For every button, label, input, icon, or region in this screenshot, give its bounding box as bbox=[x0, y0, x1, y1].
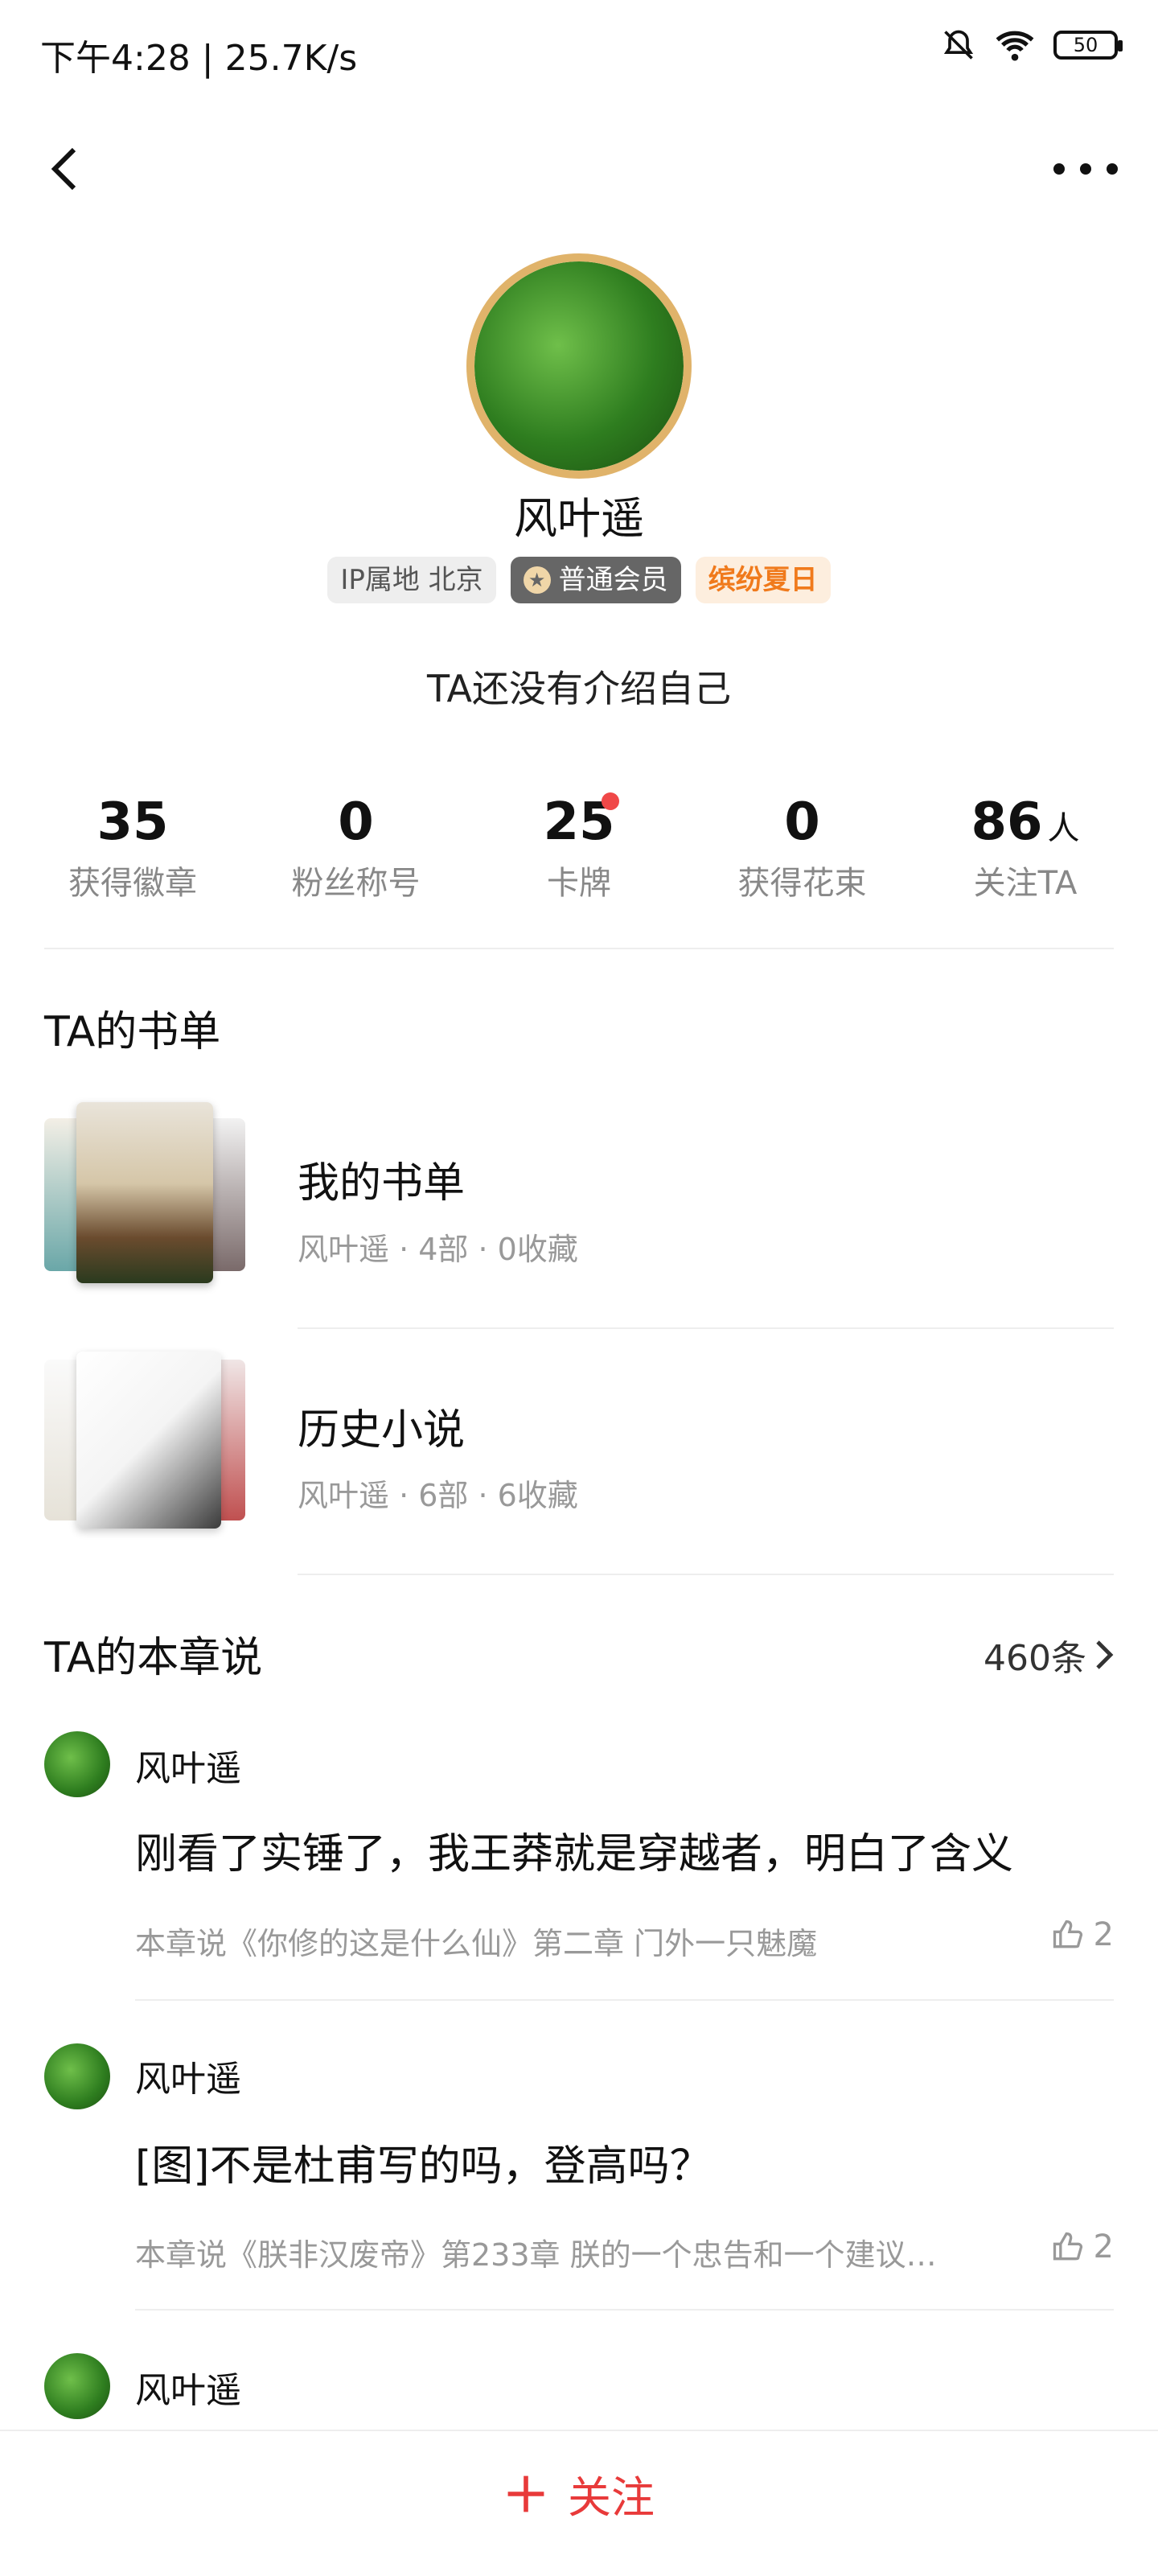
stat-value: 86 bbox=[971, 792, 1043, 852]
comment-divider bbox=[135, 1999, 1114, 2001]
follow-label: 关注 bbox=[568, 2472, 655, 2523]
stat-cards[interactable]: 25 卡牌 bbox=[491, 792, 667, 903]
status-time: 下午4:28 | 25.7K/s bbox=[40, 38, 358, 79]
thumbs-up-icon bbox=[1053, 1920, 1082, 1948]
comment-avatar[interactable] bbox=[44, 2353, 110, 2419]
comments-count-link[interactable]: 460条 bbox=[983, 1629, 1114, 1681]
comments-title: TA的本章说 bbox=[44, 1634, 263, 1682]
event-tag[interactable]: 缤纷夏日 bbox=[695, 557, 831, 603]
comment-divider bbox=[135, 2309, 1114, 2311]
like-button[interactable]: 2 bbox=[1050, 1916, 1114, 1953]
book-cover bbox=[76, 1352, 221, 1529]
comment-text[interactable]: 刚看了实锤了，我王莽就是穿越者，明白了含义 bbox=[135, 1820, 1013, 1880]
back-button[interactable] bbox=[40, 145, 88, 193]
chevron-right-icon bbox=[1096, 1640, 1114, 1669]
thumbs-up-icon bbox=[1053, 2232, 1082, 2261]
comment-avatar[interactable] bbox=[44, 1731, 110, 1797]
comment-source[interactable]: 本章说《朕非汉废帝》第233章 朕的一个忠告和一个建议… bbox=[135, 2230, 1004, 2274]
battery-icon: 50 bbox=[1053, 31, 1123, 60]
plus-icon bbox=[507, 2475, 544, 2512]
section-divider bbox=[44, 948, 1114, 949]
wifi-icon bbox=[996, 31, 1034, 61]
more-icon-dot bbox=[1053, 163, 1065, 175]
stat-label: 卡牌 bbox=[547, 865, 611, 902]
more-icon-dot bbox=[1080, 163, 1091, 175]
row-divider bbox=[298, 1574, 1114, 1575]
profile-tags: IP属地 北京 ★ 普通会员 缤纷夏日 bbox=[0, 557, 1158, 603]
membership-label: 普通会员 bbox=[558, 564, 668, 596]
stat-label: 粉丝称号 bbox=[291, 865, 421, 902]
booklist-title[interactable]: 历史小说 bbox=[298, 1396, 465, 1456]
more-button[interactable] bbox=[1053, 153, 1118, 185]
mute-icon bbox=[943, 30, 974, 60]
comment-author[interactable]: 风叶遥 bbox=[135, 2361, 241, 2413]
membership-tag[interactable]: ★ 普通会员 bbox=[510, 557, 681, 603]
follow-button[interactable]: 关注 bbox=[0, 2462, 1158, 2525]
stat-value: 35 bbox=[96, 792, 169, 852]
booklists-title: TA的书单 bbox=[44, 1008, 221, 1056]
stat-badges[interactable]: 35 获得徽章 bbox=[44, 792, 221, 903]
booklist-title[interactable]: 我的书单 bbox=[298, 1149, 465, 1209]
stat-label: 关注TA bbox=[973, 865, 1078, 902]
booklist-meta: 风叶遥 · 4部 · 0收藏 bbox=[298, 1232, 578, 1267]
like-button[interactable]: 2 bbox=[1050, 2228, 1114, 2265]
stats-row: 35 获得徽章 0 粉丝称号 25 卡牌 0 获得花束 86 人 关注TA bbox=[44, 792, 1114, 903]
book-cover bbox=[76, 1102, 213, 1283]
chevron-left-icon bbox=[51, 147, 76, 191]
status-icons: 50 bbox=[941, 27, 1123, 63]
booklist-cover-2[interactable] bbox=[44, 1352, 245, 1537]
stat-fan-titles[interactable]: 0 粉丝称号 bbox=[268, 792, 445, 903]
booklist-meta: 风叶遥 · 6部 · 6收藏 bbox=[298, 1478, 578, 1513]
ip-location-tag: IP属地 北京 bbox=[327, 557, 496, 603]
comment-avatar[interactable] bbox=[44, 2043, 110, 2109]
stat-unit: 人 bbox=[1047, 810, 1080, 847]
notification-dot bbox=[602, 792, 619, 810]
more-icon-dot bbox=[1107, 163, 1118, 175]
like-count: 2 bbox=[1093, 2228, 1114, 2265]
stat-flowers[interactable]: 0 获得花束 bbox=[714, 792, 891, 903]
star-icon: ★ bbox=[523, 566, 551, 594]
comment-text[interactable]: [图]不是杜甫写的吗，登高吗？ bbox=[135, 2132, 712, 2192]
stat-followers[interactable]: 86 人 关注TA bbox=[937, 792, 1114, 903]
comment-author[interactable]: 风叶遥 bbox=[135, 2050, 241, 2101]
stat-label: 获得花束 bbox=[737, 865, 867, 902]
comment-author[interactable]: 风叶遥 bbox=[135, 1739, 241, 1791]
stat-label: 获得徽章 bbox=[68, 865, 197, 902]
row-divider bbox=[298, 1327, 1114, 1329]
stat-value: 0 bbox=[784, 792, 820, 852]
booklist-cover-1[interactable] bbox=[44, 1102, 245, 1287]
comment-source[interactable]: 本章说《你修的这是什么仙》第二章 门外一只魅魔 bbox=[135, 1919, 1004, 1963]
profile-bio: TA还没有介绍自己 bbox=[427, 667, 731, 710]
stat-value: 0 bbox=[338, 792, 374, 852]
like-count: 2 bbox=[1093, 1916, 1114, 1953]
user-name: 风叶遥 bbox=[514, 493, 644, 544]
avatar-frame bbox=[466, 253, 692, 479]
comments-count: 460条 bbox=[983, 1638, 1086, 1679]
